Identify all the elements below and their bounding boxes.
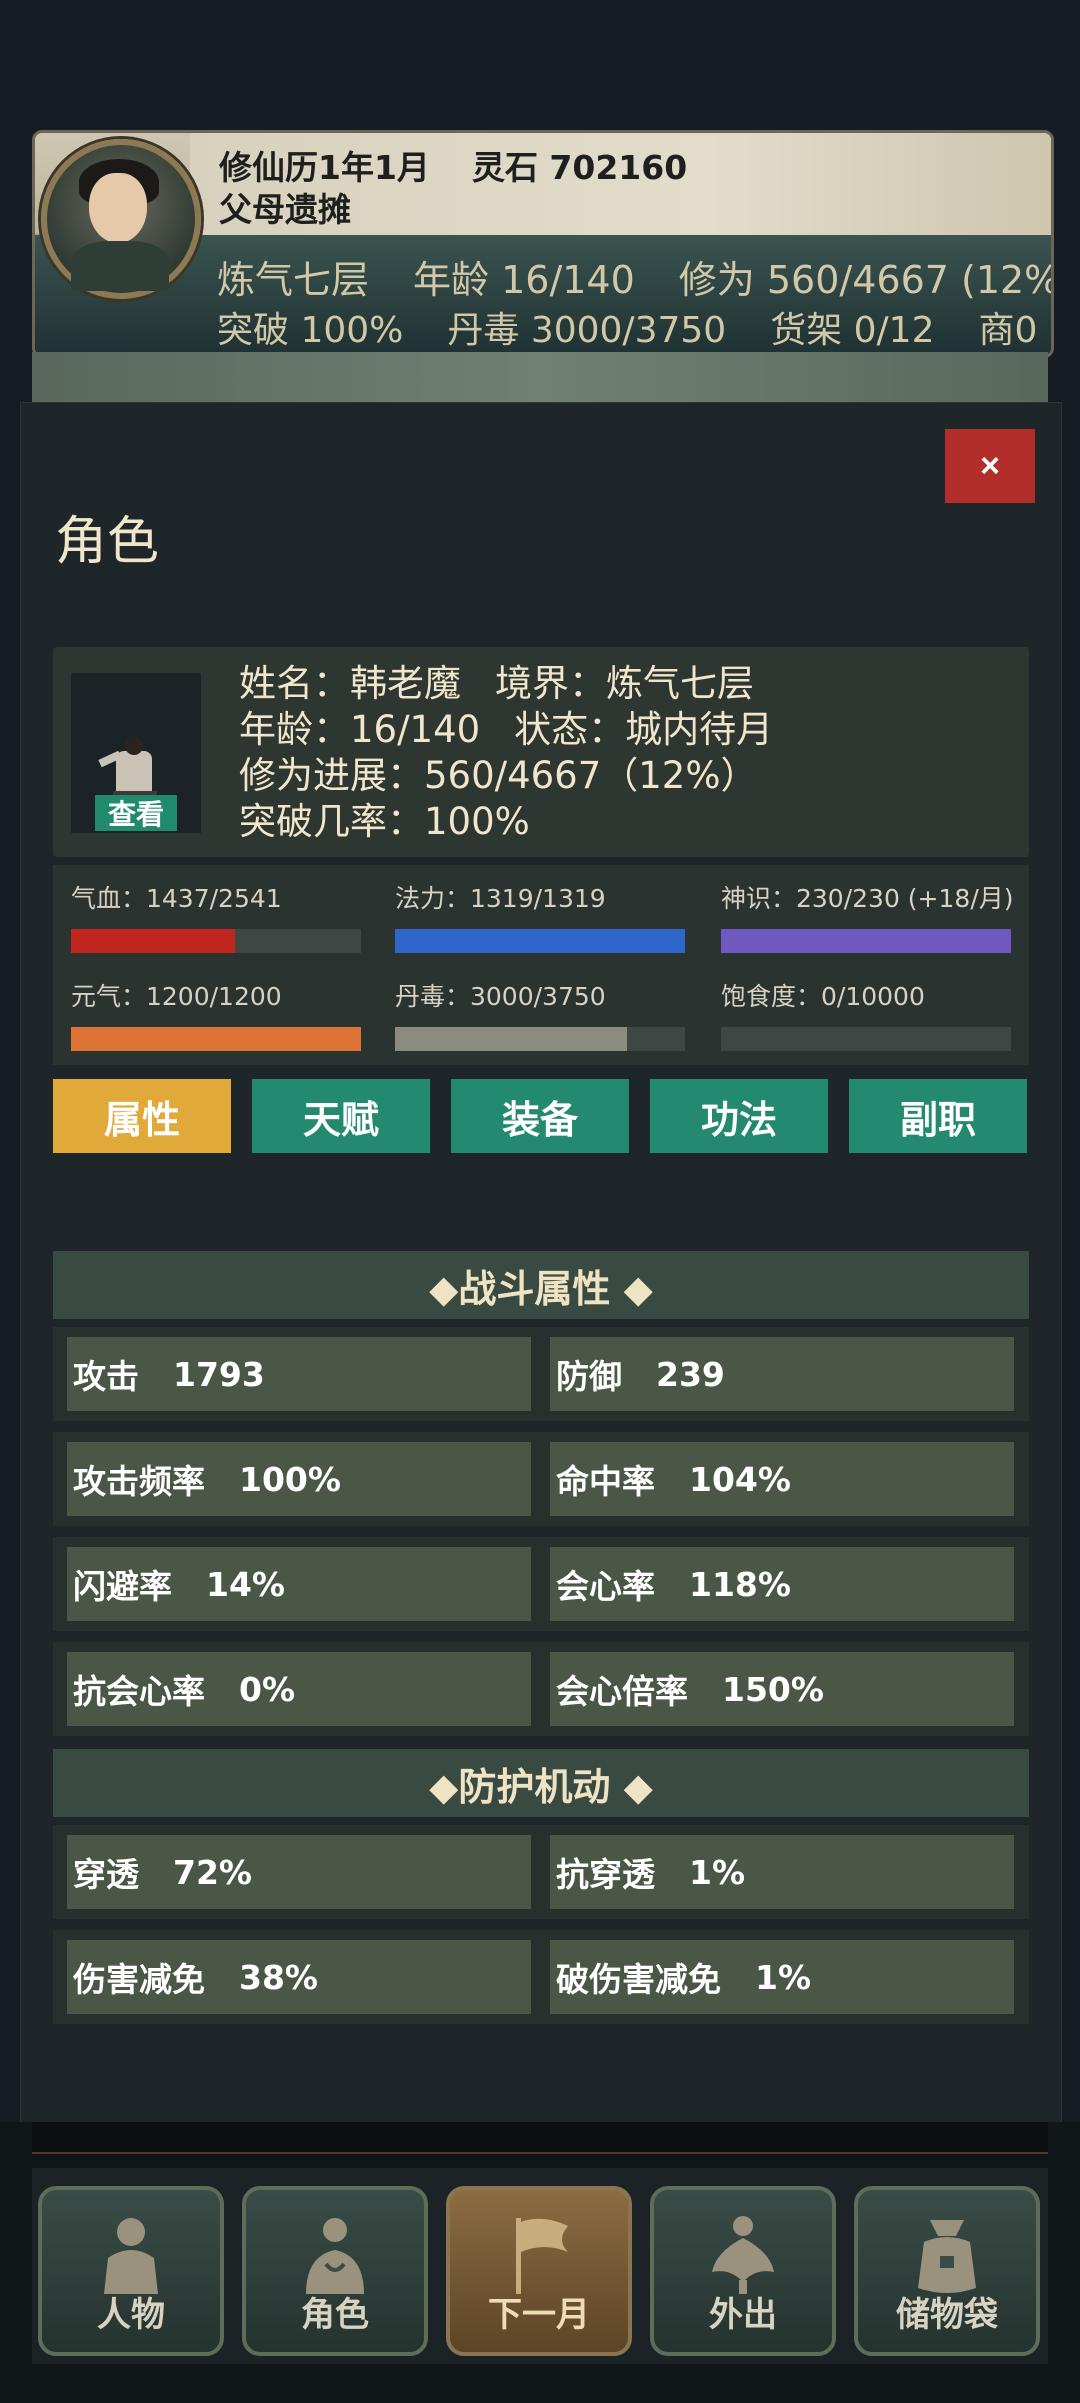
profile-realm: 境界：炼气七层 <box>495 662 754 705</box>
stat-track <box>71 1027 361 1051</box>
stat-label: 丹毒：3000/3750 <box>395 982 606 1011</box>
section-combat-title: ◆战斗属性 ◆ <box>53 1251 1029 1319</box>
flag-icon <box>516 2218 568 2294</box>
stat-mana: 法力：1319/1319 <box>395 879 685 953</box>
tab-attributes[interactable]: 属性 <box>53 1079 231 1153</box>
attr-row: 穿透 72% 抗穿透 1% <box>53 1825 1029 1919</box>
storage-bag-icon <box>918 2220 976 2293</box>
nav-character[interactable]: 角色 <box>242 2186 428 2356</box>
attr-damage-reduction: 伤害减免 38% <box>67 1940 531 2014</box>
stat-track <box>395 1027 685 1051</box>
hud-breakthrough: 突破 100% <box>217 310 404 351</box>
hud-shelf: 货架 0/12 <box>770 310 935 351</box>
stat-track <box>721 929 1011 953</box>
stat-label: 法力：1319/1319 <box>395 884 606 913</box>
section-defense-title: ◆防护机动 ◆ <box>53 1749 1029 1817</box>
stat-vitality: 元气：1200/1200 <box>71 977 361 1051</box>
character-figure: 查看 <box>71 673 201 833</box>
profile-age: 年龄：16/140 <box>239 708 481 751</box>
stat-pill-toxin: 丹毒：3000/3750 <box>395 977 685 1051</box>
bottom-nav: 人物 角色 下一月 外出 储物袋 <box>32 2168 1048 2364</box>
hud-cultivation: 修为 560/4667 (12%) <box>678 258 1054 302</box>
attr-attack: 攻击 1793 <box>67 1337 531 1411</box>
attr-crit-rate: 会心率 118% <box>550 1547 1014 1621</box>
stat-track <box>71 929 361 953</box>
stat-fill <box>71 929 236 953</box>
tab-profession[interactable]: 副职 <box>849 1079 1027 1153</box>
hud-stats-line-2: 突破 100% 丹毒 3000/3750 货架 0/12 商0 <box>217 301 1051 353</box>
attr-break-reduction: 破伤害减免 1% <box>550 1940 1014 2014</box>
attr-row: 伤害减免 38% 破伤害减免 1% <box>53 1930 1029 2024</box>
stat-label: 神识：230/230 (+18/月) <box>721 884 1014 913</box>
profile-breakthrough: 突破几率：100% <box>239 800 530 843</box>
profile-progress: 修为进展：560/4667（12%） <box>239 754 758 797</box>
stat-track <box>395 929 685 953</box>
view-button[interactable]: 查看 <box>95 795 177 831</box>
nav-outing[interactable]: 外出 <box>650 2186 836 2356</box>
person-icon <box>104 2218 158 2294</box>
nav-person[interactable]: 人物 <box>38 2186 224 2356</box>
resource-bars: 气血：1437/2541 法力：1319/1319 神识：230/230 (+1… <box>53 865 1029 1065</box>
attr-dodge: 闪避率 14% <box>67 1547 531 1621</box>
outing-icon <box>712 2216 774 2294</box>
stat-spirit-sense: 神识：230/230 (+18/月) <box>721 879 1014 953</box>
attr-hit-rate: 命中率 104% <box>550 1442 1014 1516</box>
attr-row: 攻击频率 100% 命中率 104% <box>53 1432 1029 1526</box>
stat-hp: 气血：1437/2541 <box>71 879 361 953</box>
background-scenery <box>32 352 1048 402</box>
attr-anti-penetration: 抗穿透 1% <box>550 1835 1014 1909</box>
tab-equipment[interactable]: 装备 <box>451 1079 629 1153</box>
hud-spirit-stone: 灵石 702160 <box>471 148 688 187</box>
nav-label: 下一月 <box>488 2295 590 2335</box>
attr-penetration: 穿透 72% <box>67 1835 531 1909</box>
hud-realm: 炼气七层 <box>217 258 370 302</box>
hud-age: 年龄 16/140 <box>413 258 635 302</box>
profile-status: 状态：城内待月 <box>514 708 774 751</box>
attr-attack-speed: 攻击频率 100% <box>67 1442 531 1516</box>
hud-date: 修仙历1年1月 <box>219 148 430 187</box>
player-portrait[interactable] <box>41 139 201 299</box>
stat-track <box>721 1027 1011 1051</box>
hud-pill-toxin: 丹毒 3000/3750 <box>447 310 727 351</box>
hud-top-line: 修仙历1年1月 灵石 702160 <box>219 141 729 189</box>
nav-label: 角色 <box>301 2295 369 2335</box>
modal-title: 角色 <box>55 512 160 572</box>
profile-info: 姓名：韩老魔 境界：炼气七层 年龄：16/140 状态：城内待月 修为进展：560/… <box>239 661 773 845</box>
tab-skills[interactable]: 功法 <box>650 1079 828 1153</box>
attr-crit-resist: 抗会心率 0% <box>67 1652 531 1726</box>
character-modal: × 角色 查看 姓名：韩老魔 境界：炼气七层 年龄：16/140 状态：城内待月 修… <box>20 402 1062 2124</box>
attr-defense: 防御 239 <box>550 1337 1014 1411</box>
stat-fill <box>71 1027 361 1051</box>
stat-satiety: 饱食度：0/10000 <box>721 977 1011 1051</box>
nav-label: 人物 <box>97 2295 165 2335</box>
attr-row: 攻击 1793 防御 239 <box>53 1327 1029 1421</box>
profile-card: 查看 姓名：韩老魔 境界：炼气七层 年龄：16/140 状态：城内待月 修为进展：5… <box>53 647 1029 857</box>
log-strip <box>32 2122 1048 2154</box>
stat-fill <box>395 1027 627 1051</box>
character-icon <box>306 2218 364 2294</box>
attr-row: 闪避率 14% 会心率 118% <box>53 1537 1029 1631</box>
status-header: 修仙历1年1月 灵石 702160 父母遗摊 炼气七层 年龄 16/140 修为 56… <box>32 130 1054 358</box>
nav-next-month[interactable]: 下一月 <box>446 2186 632 2356</box>
nav-label: 储物袋 <box>896 2295 998 2335</box>
tab-bar: 属性 天赋 装备 功法 副职 <box>53 1079 1029 1153</box>
hud-stats-line: 炼气七层 年龄 16/140 修为 560/4667 (12%) <box>217 249 1054 304</box>
profile-name: 姓名：韩老魔 <box>239 662 461 705</box>
hud-event: 父母遗摊 <box>219 190 351 229</box>
stat-label: 饱食度：0/10000 <box>721 982 925 1011</box>
nav-storage-bag[interactable]: 储物袋 <box>854 2186 1040 2356</box>
nav-label: 外出 <box>709 2295 777 2335</box>
stat-fill <box>395 929 685 953</box>
hud-shop: 商0 <box>978 310 1038 351</box>
attr-crit-multiplier: 会心倍率 150% <box>550 1652 1014 1726</box>
stat-fill <box>721 929 1011 953</box>
stat-label: 元气：1200/1200 <box>71 982 282 1011</box>
close-button[interactable]: × <box>945 429 1035 503</box>
stat-label: 气血：1437/2541 <box>71 884 282 913</box>
attr-row: 抗会心率 0% 会心倍率 150% <box>53 1642 1029 1736</box>
tab-talent[interactable]: 天赋 <box>252 1079 430 1153</box>
